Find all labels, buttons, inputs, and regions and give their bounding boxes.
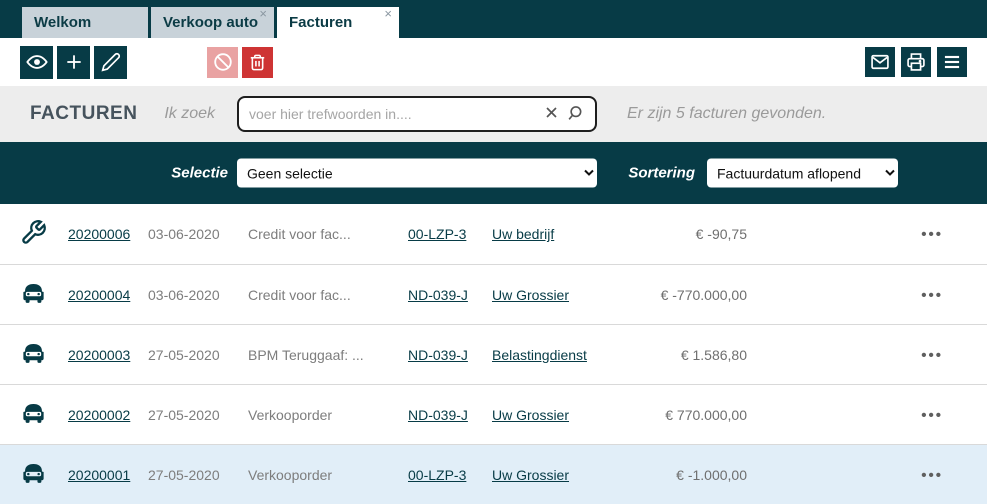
edit-button[interactable] <box>94 46 127 79</box>
license-plate-link[interactable]: 00-LZP-3 <box>408 467 466 483</box>
invoice-date: 03-06-2020 <box>148 226 248 242</box>
plus-icon <box>64 52 84 72</box>
search-band: FACTUREN Ik zoek Er zijn 5 facturen gevo… <box>0 86 987 142</box>
invoice-amount: € -1.000,00 <box>622 467 747 483</box>
sort-select[interactable]: Factuurdatum aflopend <box>707 159 898 188</box>
invoice-description: BPM Teruggaaf: ... <box>248 347 408 363</box>
invoice-date: 27-05-2020 <box>148 467 248 483</box>
invoice-description: Credit voor fac... <box>248 226 408 242</box>
close-icon[interactable]: × <box>384 7 392 21</box>
invoice-amount: € -90,75 <box>622 226 747 242</box>
trash-icon <box>248 53 267 72</box>
car-icon <box>20 400 47 430</box>
tab-label: Verkoop auto <box>163 14 258 31</box>
invoice-amount: € -770.000,00 <box>622 287 747 303</box>
tab-verkoop-auto[interactable]: Verkoop auto × <box>151 7 274 38</box>
license-plate-link[interactable]: ND-039-J <box>408 407 468 423</box>
row-menu-button[interactable]: ••• <box>921 471 943 481</box>
filter-band: Selectie Geen selectie Sortering Factuur… <box>0 142 987 204</box>
row-menu-button[interactable]: ••• <box>921 351 943 361</box>
menu-button[interactable] <box>937 47 967 77</box>
row-type-cell <box>20 340 68 370</box>
license-plate-link[interactable]: ND-039-J <box>408 347 468 363</box>
invoice-number-link[interactable]: 20200004 <box>68 287 130 303</box>
wrench-icon <box>20 219 47 249</box>
license-plate-link[interactable]: ND-039-J <box>408 287 468 303</box>
email-button[interactable] <box>865 47 895 77</box>
car-icon <box>20 340 47 370</box>
invoice-description: Credit voor fac... <box>248 287 408 303</box>
close-icon <box>544 105 559 123</box>
customer-link[interactable]: Uw Grossier <box>492 287 569 303</box>
hamburger-icon <box>942 52 962 72</box>
clear-search-button[interactable] <box>539 102 563 126</box>
invoice-number-link[interactable]: 20200003 <box>68 347 130 363</box>
search-label: Ik zoek <box>140 105 215 123</box>
selection-label: Selectie <box>130 165 228 182</box>
search-submit-button[interactable] <box>563 102 587 126</box>
row-menu-button[interactable]: ••• <box>921 411 943 421</box>
license-plate-link[interactable]: 00-LZP-3 <box>408 226 466 242</box>
row-menu-button[interactable]: ••• <box>921 230 943 240</box>
customer-link[interactable]: Uw Grossier <box>492 467 569 483</box>
table-row[interactable]: 20200002 27-05-2020 Verkooporder ND-039-… <box>0 384 987 444</box>
row-type-cell <box>20 219 68 249</box>
tab-label: Welkom <box>34 14 91 31</box>
pencil-icon <box>101 52 121 72</box>
customer-link[interactable]: Uw bedrijf <box>492 226 554 242</box>
row-type-cell <box>20 280 68 310</box>
search-icon <box>566 104 584 125</box>
invoice-table: 20200006 03-06-2020 Credit voor fac... 0… <box>0 204 987 504</box>
printer-icon <box>906 52 926 72</box>
invoice-date: 03-06-2020 <box>148 287 248 303</box>
row-menu-button[interactable]: ••• <box>921 291 943 301</box>
customer-link[interactable]: Uw Grossier <box>492 407 569 423</box>
close-icon[interactable]: × <box>259 7 267 21</box>
view-button[interactable] <box>20 46 53 79</box>
tab-welkom[interactable]: Welkom <box>22 7 148 38</box>
envelope-icon <box>870 52 890 72</box>
table-row[interactable]: 20200001 27-05-2020 Verkooporder 00-LZP-… <box>0 444 987 504</box>
invoice-number-link[interactable]: 20200006 <box>68 226 130 242</box>
eye-icon <box>26 51 48 73</box>
invoice-number-link[interactable]: 20200002 <box>68 407 130 423</box>
invoice-date: 27-05-2020 <box>148 347 248 363</box>
invoice-date: 27-05-2020 <box>148 407 248 423</box>
invoice-amount: € 770.000,00 <box>622 407 747 423</box>
selection-select[interactable]: Geen selectie <box>237 159 597 188</box>
block-button[interactable] <box>207 47 238 78</box>
delete-button[interactable] <box>242 47 273 78</box>
sort-label: Sortering <box>600 165 695 182</box>
results-count: Er zijn 5 facturen gevonden. <box>627 105 826 123</box>
row-type-cell <box>20 400 68 430</box>
tab-bar: Welkom Verkoop auto × Facturen × <box>0 0 987 38</box>
tab-label: Facturen <box>289 14 352 31</box>
table-row[interactable]: 20200006 03-06-2020 Credit voor fac... 0… <box>0 204 987 264</box>
car-icon <box>20 460 47 490</box>
search-input[interactable] <box>249 106 539 122</box>
circle-slash-icon <box>212 51 234 73</box>
toolbar <box>0 38 987 86</box>
table-row[interactable]: 20200003 27-05-2020 BPM Teruggaaf: ... N… <box>0 324 987 384</box>
customer-link[interactable]: Belastingdienst <box>492 347 587 363</box>
print-button[interactable] <box>901 47 931 77</box>
invoice-number-link[interactable]: 20200001 <box>68 467 130 483</box>
add-button[interactable] <box>57 46 90 79</box>
invoice-description: Verkooporder <box>248 407 408 423</box>
page-title: FACTUREN <box>30 103 137 125</box>
row-type-cell <box>20 460 68 490</box>
car-icon <box>20 280 47 310</box>
invoice-amount: € 1.586,80 <box>622 347 747 363</box>
tab-facturen[interactable]: Facturen × <box>277 7 399 38</box>
invoice-description: Verkooporder <box>248 467 408 483</box>
search-box <box>237 96 597 132</box>
table-row[interactable]: 20200004 03-06-2020 Credit voor fac... N… <box>0 264 987 324</box>
